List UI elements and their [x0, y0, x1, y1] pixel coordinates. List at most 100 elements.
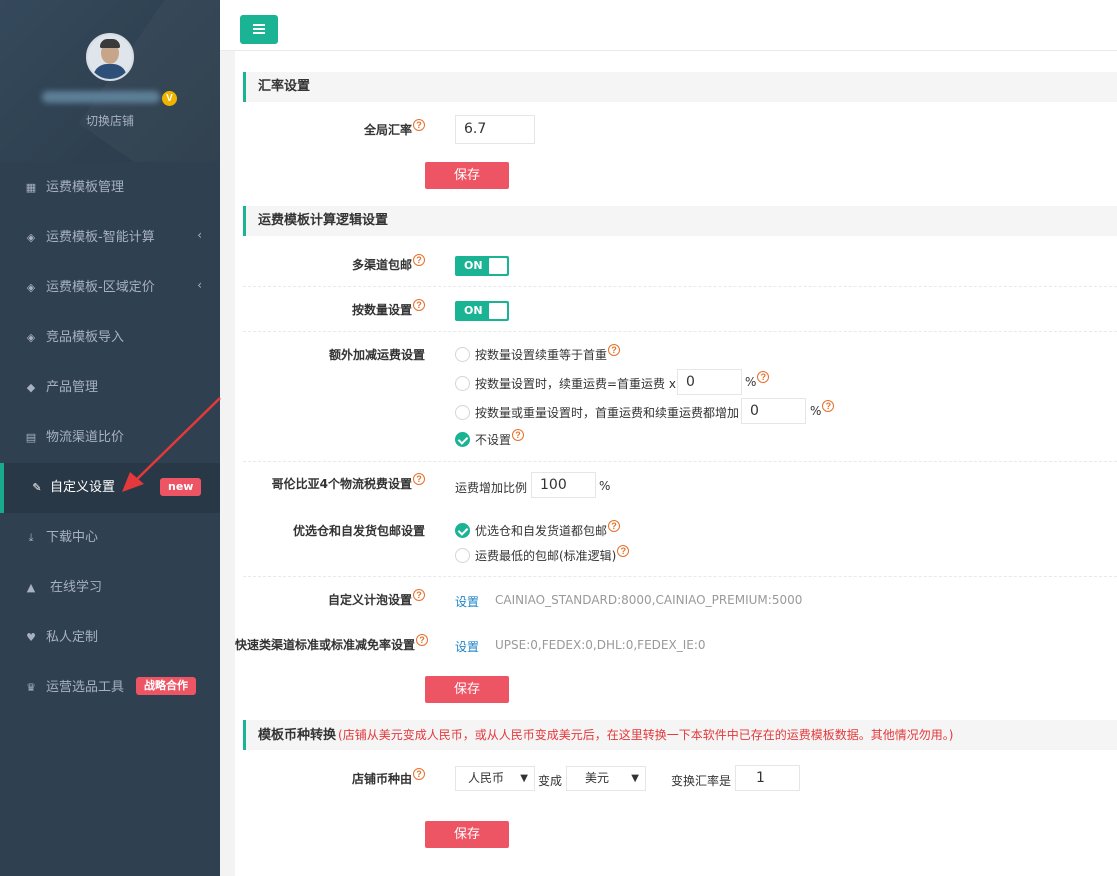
grid-icon: ▦: [25, 181, 37, 194]
express-channel-settings-link[interactable]: 设置: [455, 638, 479, 655]
warehouse-option-1-label: 优选仓和自发货道都包邮?: [475, 520, 621, 539]
change-to-label: 变成: [538, 774, 563, 788]
colombia-prefix: 运费增加比例: [455, 481, 528, 495]
warehouse-option-1-radio[interactable]: [455, 523, 470, 538]
section-rate-header: 汇率设置: [243, 72, 1117, 102]
help-icon: ?: [413, 768, 425, 780]
sidebar: V 切换店铺 ▦ 运费模板管理 ◈ 运费模板-智能计算 ‹ ◈ 运费模板-区域定…: [0, 0, 220, 876]
new-badge: new: [160, 478, 202, 496]
colombia-tax-label: 哥伦比亚4个物流税费设置?: [243, 473, 425, 492]
extra-option-2-radio[interactable]: [455, 376, 470, 391]
by-quantity-toggle[interactable]: ON: [455, 301, 509, 321]
express-channel-label: 快速类渠道标准或标准减免率设置?: [235, 634, 429, 653]
menu-toggle-button[interactable]: [240, 15, 278, 44]
bubble-weight-value: CAINIAO_STANDARD:8000,CAINIAO_PREMIUM:50…: [495, 593, 803, 607]
save-currency-button[interactable]: 保存: [425, 821, 509, 848]
calculator-icon: ▤: [25, 431, 37, 444]
sidebar-item-smart-calc[interactable]: ◈ 运费模板-智能计算 ‹: [0, 213, 220, 263]
sidebar-item-label: 竞品模板导入: [46, 330, 125, 345]
sidebar-item-label: 运费模板-智能计算: [46, 230, 155, 245]
help-icon: ?: [822, 400, 835, 412]
warehouse-shipping-label: 优选仓和自发货包邮设置: [292, 524, 425, 538]
extra-fee-label: 额外加减运费设置: [328, 348, 425, 362]
bubble-weight-settings-link[interactable]: 设置: [455, 593, 479, 610]
sidebar-nav: ▦ 运费模板管理 ◈ 运费模板-智能计算 ‹ ◈ 运费模板-区域定价 ‹ ◈ 竞…: [0, 163, 220, 713]
avatar[interactable]: [86, 33, 134, 81]
switch-shop-link[interactable]: 切换店铺: [0, 112, 220, 129]
help-icon: ?: [413, 254, 425, 266]
sidebar-item-label: 私人定制: [46, 630, 99, 645]
help-icon: ?: [416, 634, 429, 646]
conversion-rate-input[interactable]: 1: [735, 765, 800, 791]
extra-option-3-radio[interactable]: [455, 405, 470, 420]
diamond-icon: ◈: [26, 231, 36, 244]
express-channel-value: UPSE:0,FEDEX:0,DHL:0,FEDEX_IE:0: [495, 638, 706, 652]
from-currency-select[interactable]: 人民币 ▼: [455, 766, 535, 791]
sidebar-item-custom-settings[interactable]: ✎ 自定义设置 new: [0, 463, 220, 513]
sidebar-item-online-learning[interactable]: ▲ 在线学习: [0, 563, 220, 613]
graduation-cap-icon: ▲: [26, 581, 36, 594]
sidebar-item-freight-templates[interactable]: ▦ 运费模板管理: [0, 163, 220, 213]
extra-option-4-radio[interactable]: [455, 432, 470, 447]
sidebar-item-downloads[interactable]: ⤓ 下载中心: [0, 513, 220, 563]
help-icon: ?: [512, 429, 525, 441]
help-icon: ?: [413, 589, 425, 601]
sidebar-item-region-pricing[interactable]: ◈ 运费模板-区域定价 ‹: [0, 263, 220, 313]
section-logic-header: 运费模板计算逻辑设置: [243, 206, 1117, 236]
sidebar-item-label: 在线学习: [50, 580, 103, 595]
sidebar-item-channel-compare[interactable]: ▤ 物流渠道比价: [0, 413, 220, 463]
global-rate-input[interactable]: 6.7: [455, 115, 535, 144]
warehouse-option-2-radio[interactable]: [455, 548, 470, 563]
sidebar-item-label: 自定义设置: [50, 480, 116, 495]
colombia-ratio-input[interactable]: 100: [531, 472, 596, 498]
sidebar-item-label: 产品管理: [46, 380, 99, 395]
by-quantity-label: 按数量设置?: [295, 299, 425, 318]
sidebar-item-label: 物流渠道比价: [46, 430, 125, 445]
bubble-weight-label: 自定义计泡设置?: [243, 589, 425, 608]
extra-option-4-label: 不设置?: [475, 429, 525, 448]
help-icon: ?: [617, 545, 630, 557]
extra-option-2-label: 按数量设置时，续重运费=首重运费 x: [475, 377, 676, 391]
help-icon: ?: [757, 371, 770, 383]
save-rate-button[interactable]: 保存: [425, 162, 509, 189]
extra-option-2-suffix: %?: [745, 371, 770, 389]
extra-option-2-input[interactable]: 0: [677, 369, 742, 395]
help-icon: ?: [413, 119, 425, 131]
to-currency-select[interactable]: 美元 ▼: [566, 766, 646, 791]
extra-option-1-label: 按数量设置续重等于首重?: [475, 344, 621, 363]
sidebar-item-products[interactable]: ◆ 产品管理: [0, 363, 220, 413]
chevron-down-icon: ▼: [520, 773, 528, 784]
multi-channel-label: 多渠道包邮?: [295, 254, 425, 273]
help-icon: ?: [608, 520, 621, 532]
sidebar-item-label: 运费模板-区域定价: [46, 280, 155, 295]
help-icon: ?: [608, 344, 621, 356]
sidebar-item-label: 运费模板管理: [46, 180, 125, 195]
extra-option-1-radio[interactable]: [455, 347, 470, 362]
profile-panel: V 切换店铺: [0, 0, 220, 162]
sidebar-item-private-custom[interactable]: ♥ 私人定制: [0, 613, 220, 663]
section-title: 汇率设置: [258, 79, 311, 94]
diamond-icon: ◈: [26, 281, 36, 294]
partnership-badge: 战略合作: [136, 677, 196, 695]
sidebar-item-label: 下载中心: [46, 530, 99, 545]
diamond-icon: ◈: [26, 331, 36, 344]
cube-icon: ◆: [26, 381, 36, 394]
save-logic-button[interactable]: 保存: [425, 676, 509, 703]
help-icon: ?: [413, 473, 425, 485]
trophy-icon: ♛: [26, 681, 36, 694]
top-bar: [220, 0, 1117, 51]
warehouse-option-2-label: 运费最低的包邮(标准逻辑)?: [475, 545, 630, 564]
extra-option-3-input[interactable]: 0: [741, 398, 806, 424]
chevron-left-icon: ‹: [197, 228, 202, 242]
section-title: 模板币种转换: [258, 728, 337, 743]
sidebar-item-label: 运营选品工具: [46, 680, 125, 695]
sidebar-item-competitor-import[interactable]: ◈ 竞品模板导入: [0, 313, 220, 363]
blurred-username: [42, 91, 160, 103]
global-rate-label: 全局汇率?: [295, 119, 425, 138]
chevron-left-icon: ‹: [197, 278, 202, 292]
multi-channel-toggle[interactable]: ON: [455, 256, 509, 276]
colombia-suffix: %: [599, 479, 611, 493]
chevron-down-icon: ▼: [631, 773, 639, 784]
sidebar-item-ops-tools[interactable]: ♛ 运营选品工具 战略合作: [0, 663, 220, 713]
download-icon: ⤓: [28, 531, 34, 544]
